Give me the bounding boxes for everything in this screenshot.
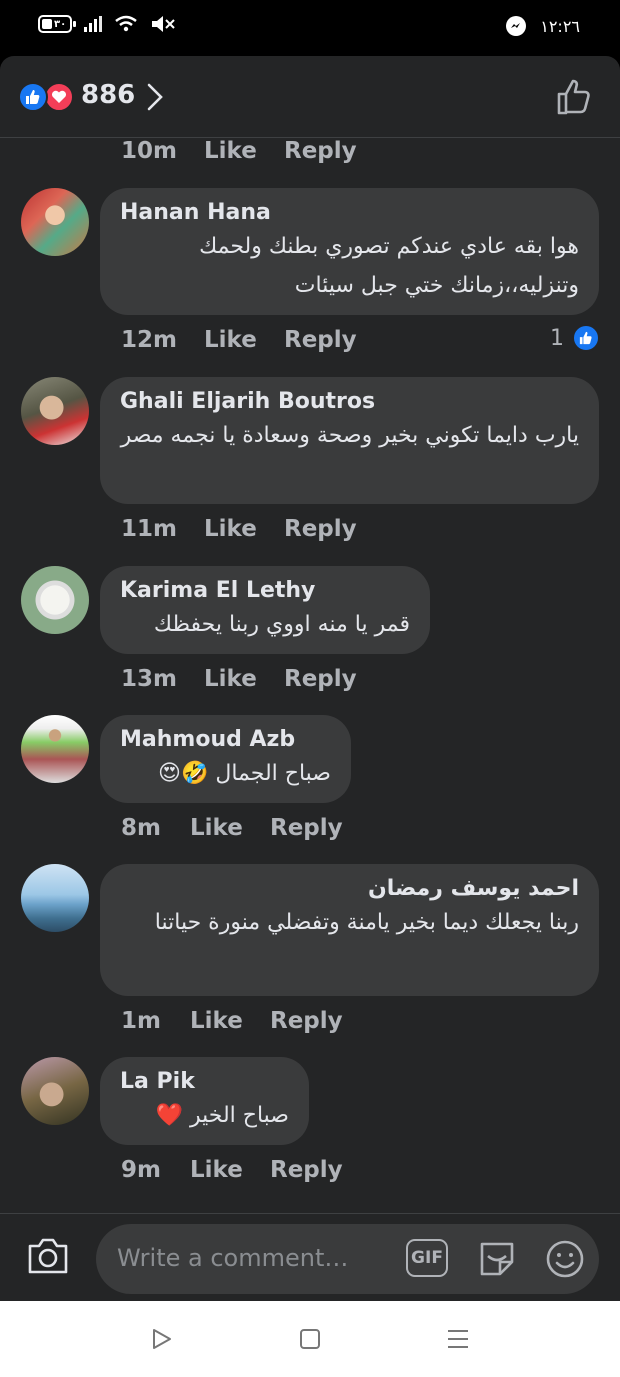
comment-input[interactable]: Write a comment… GIF	[96, 1224, 599, 1294]
reactions-header[interactable]: 886	[0, 56, 620, 138]
comment-time: 1m	[121, 1008, 161, 1034]
love-reaction-icon	[44, 82, 74, 112]
signal-icon	[84, 16, 102, 32]
comment-list[interactable]: 10m Like Reply Hanan Hana هوا بقه عادي ع…	[0, 138, 620, 1213]
comment-text: ربنا يجعلك ديما بخير يامنة وتفضلي منورة …	[154, 910, 579, 935]
comment-text: يارب دايما تكوني بخير وصحة وسعادة يا نجم…	[120, 423, 579, 448]
like-link[interactable]: Like	[204, 327, 284, 353]
commenter-name[interactable]: Hanan Hana	[120, 200, 579, 225]
like-link[interactable]: Like	[190, 1157, 270, 1183]
reply-link[interactable]: Reply	[284, 666, 357, 692]
comment-text: قمر يا منه اووي ربنا يحفظك	[153, 612, 410, 637]
like-link[interactable]: Like	[204, 516, 284, 542]
like-link[interactable]: Like	[190, 1008, 270, 1034]
comment-time: 10m	[121, 138, 177, 164]
comment-time: 9m	[121, 1157, 161, 1183]
comment-actions: 1m Like Reply	[121, 1008, 343, 1034]
reply-link[interactable]: Reply	[270, 815, 343, 841]
comment-reactions[interactable]: 1	[550, 324, 600, 352]
reply-link[interactable]: Reply	[284, 138, 357, 164]
like-reaction-icon	[572, 324, 600, 352]
commenter-name[interactable]: Ghali Eljarih Boutros	[120, 389, 579, 414]
comment-time: 11m	[121, 516, 177, 542]
sticker-icon[interactable]	[476, 1238, 518, 1280]
comment-actions: 9m Like Reply	[121, 1157, 343, 1183]
commenter-name[interactable]: La Pik	[120, 1069, 289, 1094]
messenger-icon	[506, 16, 527, 36]
comment-actions: 11m Like Reply	[121, 516, 357, 542]
comment-text: هوا بقه عادي عندكم تصوري بطنك ولحمك وتنز…	[199, 234, 579, 298]
commenter-name[interactable]: احمد يوسف رمضان	[120, 876, 579, 901]
system-nav-bar	[0, 1301, 620, 1377]
gif-label: GIF	[411, 1248, 443, 1268]
avatar[interactable]	[21, 566, 89, 634]
like-link[interactable]: Like	[204, 666, 284, 692]
comment-bubble[interactable]: احمد يوسف رمضان ربنا يجعلك ديما بخير يام…	[100, 864, 599, 996]
like-link[interactable]: Like	[204, 138, 284, 164]
status-bar: ٣٠ ١٢:٢٦	[0, 0, 620, 56]
comment-actions: 13m Like Reply	[121, 666, 357, 692]
comment-composer: Write a comment… GIF	[0, 1213, 620, 1301]
comment-actions: 10m Like Reply	[121, 138, 357, 164]
back-icon[interactable]	[150, 1327, 174, 1351]
reply-link[interactable]: Reply	[270, 1157, 343, 1183]
comment-actions: 8m Like Reply	[121, 815, 343, 841]
emoji-icon[interactable]	[544, 1238, 586, 1280]
comment-time: 12m	[121, 327, 177, 353]
avatar[interactable]	[21, 377, 89, 445]
avatar[interactable]	[21, 864, 89, 932]
comment-reaction-count: 1	[550, 325, 564, 351]
comment-text: صباح الجمال 🤣😍	[158, 761, 331, 786]
comment-time: 13m	[121, 666, 177, 692]
home-icon[interactable]	[298, 1327, 322, 1351]
clock: ١٢:٢٦	[540, 16, 580, 36]
comment-bubble[interactable]: Mahmoud Azb صباح الجمال 🤣😍	[100, 715, 351, 803]
battery-icon: ٣٠	[38, 15, 76, 33]
mute-icon	[152, 16, 175, 32]
reply-link[interactable]: Reply	[284, 516, 357, 542]
like-link[interactable]: Like	[190, 815, 270, 841]
thumbs-up-icon[interactable]	[556, 78, 594, 116]
like-reaction-icon	[18, 82, 48, 112]
gif-icon[interactable]: GIF	[406, 1239, 448, 1277]
avatar[interactable]	[21, 1057, 89, 1125]
battery-level: ٣٠	[54, 18, 67, 30]
avatar[interactable]	[21, 188, 89, 256]
reaction-icons	[18, 82, 76, 112]
reply-link[interactable]: Reply	[270, 1008, 343, 1034]
reply-link[interactable]: Reply	[284, 327, 357, 353]
comment-bubble[interactable]: Ghali Eljarih Boutros يارب دايما تكوني ب…	[100, 377, 599, 504]
commenter-name[interactable]: Mahmoud Azb	[120, 727, 331, 752]
menu-icon[interactable]	[446, 1327, 470, 1351]
commenter-name[interactable]: Karima El Lethy	[120, 578, 410, 603]
avatar[interactable]	[21, 715, 89, 783]
comment-input-placeholder: Write a comment…	[117, 1244, 349, 1272]
reaction-count[interactable]: 886	[81, 80, 135, 110]
comment-bubble[interactable]: Hanan Hana هوا بقه عادي عندكم تصوري بطنك…	[100, 188, 599, 315]
comment-time: 8m	[121, 815, 161, 841]
comment-bubble[interactable]: La Pik صباح الخير ❤️	[100, 1057, 309, 1145]
chevron-right-icon[interactable]	[145, 82, 165, 112]
wifi-icon	[115, 15, 137, 32]
comment-bubble[interactable]: Karima El Lethy قمر يا منه اووي ربنا يحف…	[100, 566, 430, 654]
comments-sheet: 886 10m Like Reply Hanan Hana هوا بقه عا…	[0, 56, 620, 1301]
comment-actions: 12m Like Reply	[121, 327, 357, 353]
camera-icon[interactable]	[26, 1236, 70, 1276]
comment-text: صباح الخير ❤️	[155, 1103, 289, 1128]
